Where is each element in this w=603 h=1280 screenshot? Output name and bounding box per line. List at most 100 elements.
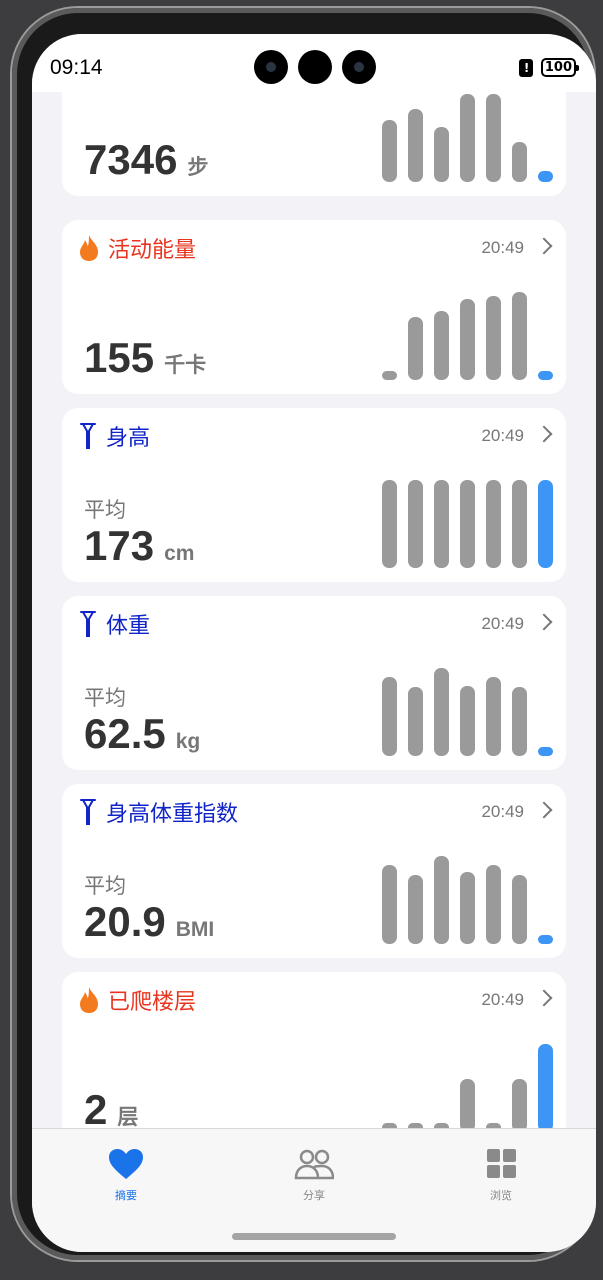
tab-label: 摘要 — [115, 1189, 137, 1202]
chart-bar — [538, 480, 553, 568]
chart-bar — [512, 687, 527, 756]
floors-bar-chart — [382, 1042, 554, 1128]
grid-icon — [487, 1149, 516, 1178]
chart-bar — [434, 127, 449, 182]
card-time: 20:49 — [481, 426, 524, 445]
chart-bar — [408, 317, 423, 380]
floors-value: 2 — [84, 1086, 108, 1128]
bmi-bar-chart — [382, 854, 554, 944]
card-title: 活动能量 — [108, 238, 197, 263]
tab-bar: 摘要 分享 浏览 — [32, 1128, 596, 1252]
average-label: 平均 — [84, 498, 126, 522]
chart-bar — [538, 1044, 553, 1128]
chevron-right-icon[interactable] — [535, 425, 553, 443]
card-title: 身高 — [106, 426, 151, 451]
chart-bar — [408, 480, 423, 568]
chart-bar — [538, 171, 553, 182]
steps-card[interactable]: 7346 步 — [62, 92, 566, 196]
active-energy-bar-chart — [382, 290, 554, 380]
chart-bar — [512, 142, 527, 182]
chart-bar — [460, 1079, 475, 1128]
card-time: 20:49 — [481, 238, 524, 257]
tab-summary[interactable]: 摘要 — [86, 1147, 166, 1203]
bmi-value: 20.9 — [84, 898, 166, 945]
chevron-right-icon[interactable] — [535, 989, 553, 1007]
screen: 09:14 ! 100 7346 步 活动能量 20:49 155 千卡 身高 … — [32, 34, 596, 1252]
tab-label: 浏览 — [490, 1189, 512, 1202]
home-indicator[interactable] — [232, 1233, 396, 1240]
card-time: 20:49 — [481, 990, 524, 1009]
card-time: 20:49 — [481, 802, 524, 821]
chart-bar — [382, 120, 397, 182]
camera-lens-left — [254, 50, 288, 84]
bmi-card[interactable]: 身高体重指数 20:49 平均 20.9 BMI — [62, 784, 566, 958]
weight-value: 62.5 — [84, 710, 166, 757]
weight-card[interactable]: 体重 20:49 平均 62.5 kg — [62, 596, 566, 770]
chart-bar — [382, 371, 397, 380]
active-energy-card[interactable]: 活动能量 20:49 155 千卡 — [62, 220, 566, 394]
chart-bar — [434, 668, 449, 756]
steps-unit: 步 — [187, 156, 209, 179]
chart-bar — [408, 109, 423, 182]
heart-icon — [109, 1149, 143, 1179]
chart-bar — [382, 480, 397, 568]
height-card[interactable]: 身高 20:49 平均 173 cm — [62, 408, 566, 582]
height-unit: cm — [164, 542, 195, 565]
tab-label: 分享 — [303, 1189, 325, 1202]
status-time: 09:14 — [50, 56, 103, 79]
height-bar-chart — [382, 478, 554, 568]
chart-bar — [460, 872, 475, 944]
people-icon — [294, 1149, 335, 1180]
chart-bar — [512, 875, 527, 944]
chart-bar — [486, 296, 501, 380]
chart-bar — [434, 311, 449, 380]
tab-share[interactable]: 分享 — [274, 1147, 354, 1203]
flame-icon — [80, 235, 98, 261]
height-value: 173 — [84, 522, 155, 569]
ruler-icon — [80, 611, 96, 637]
chart-bar — [382, 677, 397, 756]
ruler-icon — [80, 423, 96, 449]
summary-list[interactable]: 7346 步 活动能量 20:49 155 千卡 身高 20:49 平均 173… — [62, 92, 566, 1128]
floors-card[interactable]: 已爬楼层 20:49 2 层 — [62, 972, 566, 1128]
chevron-right-icon[interactable] — [535, 237, 553, 255]
chart-bar — [512, 292, 527, 380]
chevron-right-icon[interactable] — [535, 801, 553, 819]
chart-bar — [512, 480, 527, 568]
chart-bar — [408, 875, 423, 944]
camera-lens-right — [342, 50, 376, 84]
battery-indicator: 100 — [540, 58, 580, 77]
flame-icon — [80, 987, 98, 1013]
chart-bar — [486, 865, 501, 944]
ruler-icon — [80, 799, 96, 825]
chevron-right-icon[interactable] — [535, 613, 553, 631]
steps-bar-chart — [382, 92, 554, 182]
alert-icon: ! — [518, 58, 533, 77]
device-frame: 09:14 ! 100 7346 步 活动能量 20:49 155 千卡 身高 … — [12, 8, 596, 1260]
bmi-unit: BMI — [175, 918, 215, 941]
chart-bar — [538, 747, 553, 756]
weight-bar-chart — [382, 666, 554, 756]
chart-bar — [408, 687, 423, 756]
chart-bar — [538, 371, 553, 380]
active-energy-value: 155 — [84, 334, 155, 381]
tab-browse[interactable]: 浏览 — [461, 1147, 541, 1203]
average-label: 平均 — [84, 874, 126, 898]
chart-bar — [486, 677, 501, 756]
chart-bar — [538, 935, 553, 944]
chart-bar — [512, 1079, 527, 1128]
card-title: 身高体重指数 — [106, 802, 239, 827]
chart-bar — [460, 480, 475, 568]
chart-bar — [434, 856, 449, 944]
chart-bar — [382, 865, 397, 944]
weight-unit: kg — [175, 730, 201, 753]
card-title: 体重 — [106, 614, 151, 639]
chart-bar — [460, 94, 475, 182]
card-time: 20:49 — [481, 614, 524, 633]
steps-value: 7346 — [84, 136, 178, 183]
status-bar: 09:14 ! 100 — [32, 34, 596, 92]
chart-bar — [486, 480, 501, 568]
card-title: 已爬楼层 — [108, 990, 197, 1015]
chart-bar — [460, 686, 475, 756]
camera-sensor — [298, 50, 332, 84]
